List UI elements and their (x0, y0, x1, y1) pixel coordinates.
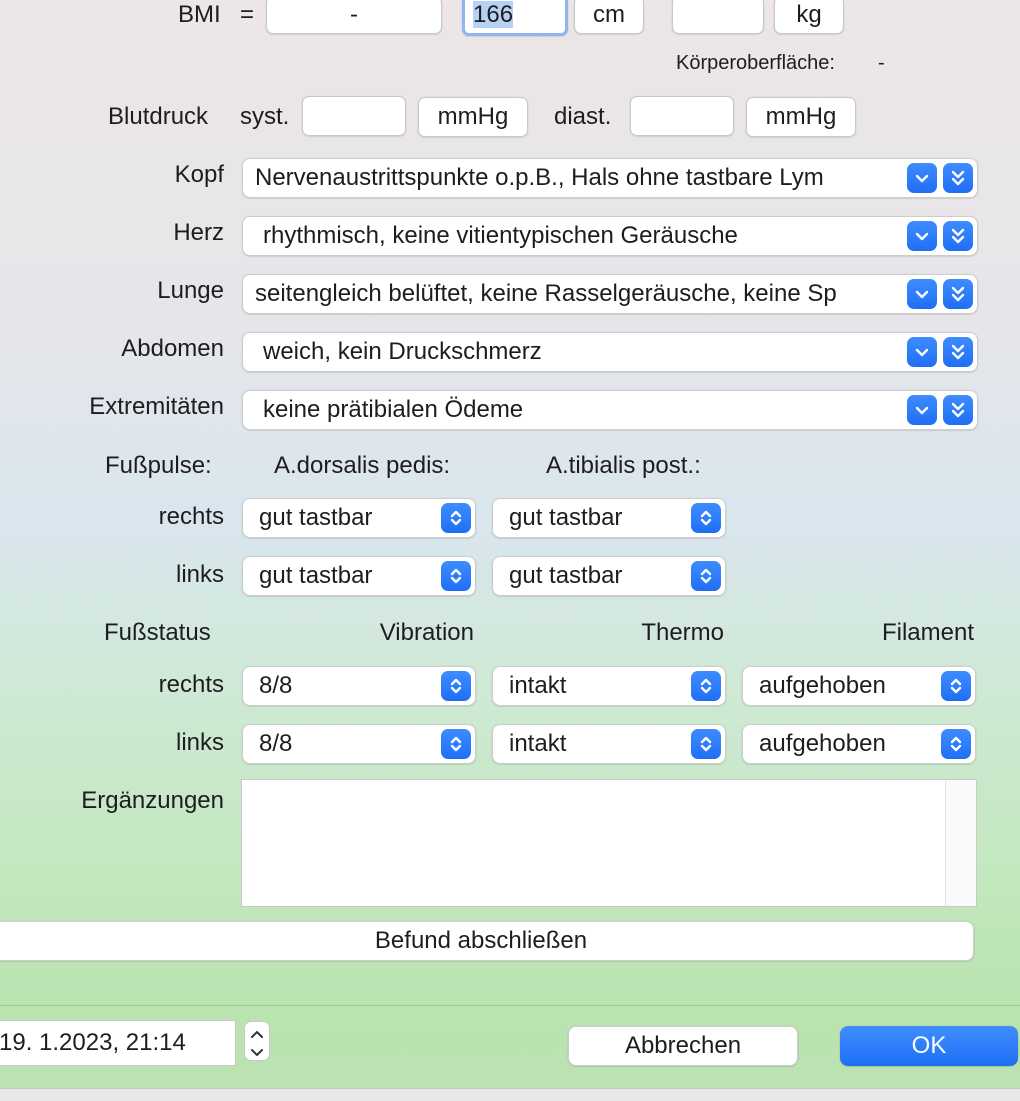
up-down-chevron-icon (441, 503, 471, 533)
chevron-down-icon[interactable] (907, 163, 937, 193)
foot-status-left-label: links (175, 729, 224, 756)
abdomen-value: weich, kein Druckschmerz (263, 338, 542, 365)
weight-unit-button[interactable]: kg (774, 0, 844, 34)
double-chevron-down-icon[interactable] (943, 395, 973, 425)
window-bottom-edge (0, 1088, 1020, 1101)
chevron-down-icon[interactable] (907, 279, 937, 309)
tibialis-right-popup[interactable]: gut tastbar (492, 498, 726, 538)
chevron-down-icon[interactable] (907, 221, 937, 251)
double-chevron-down-icon[interactable] (943, 279, 973, 309)
kopf-value: Nervenaustrittspunkte o.p.B., Hals ohne … (255, 164, 824, 191)
lunge-value: seitengleich belüftet, keine Rasselgeräu… (255, 280, 837, 307)
foot-pulses-label: Fußpulse: (105, 452, 212, 479)
datetime-stepper[interactable] (244, 1021, 270, 1061)
syst-unit-button[interactable]: mmHg (418, 97, 528, 137)
filament-left-popup[interactable]: aufgehoben (742, 724, 976, 764)
tibialis-left-popup[interactable]: gut tastbar (492, 556, 726, 596)
supplements-label: Ergänzungen (81, 787, 224, 814)
filament-left-value: aufgehoben (759, 730, 886, 757)
footer-divider (0, 1005, 1020, 1006)
stepper-up-icon[interactable] (250, 1026, 264, 1044)
up-down-chevron-icon (941, 671, 971, 701)
abdomen-combo[interactable]: weich, kein Druckschmerz (242, 332, 978, 372)
syst-label: syst. (240, 103, 290, 130)
abdomen-label: Abdomen (121, 335, 224, 362)
extremitaeten-label: Extremitäten (89, 393, 224, 420)
up-down-chevron-icon (441, 729, 471, 759)
up-down-chevron-icon (441, 671, 471, 701)
finish-findings-button[interactable]: Befund abschließen (0, 921, 974, 961)
kopf-label: Kopf (174, 161, 224, 188)
foot-status-col-thermo: Thermo (641, 619, 724, 646)
foot-status-right-label: rechts (158, 671, 224, 698)
syst-input[interactable] (302, 96, 406, 136)
double-chevron-down-icon[interactable] (943, 337, 973, 367)
up-down-chevron-icon (941, 729, 971, 759)
stepper-down-icon[interactable] (250, 1045, 264, 1063)
up-down-chevron-icon (441, 561, 471, 591)
body-surface-label: Körperoberfläche: (676, 52, 835, 74)
blood-pressure-label: Blutdruck (108, 103, 209, 130)
chevron-down-icon[interactable] (907, 337, 937, 367)
thermo-right-popup[interactable]: intakt (492, 666, 726, 706)
lunge-label: Lunge (157, 277, 224, 304)
datetime-value: 19. 1.2023, 21:14 (0, 1029, 186, 1056)
dorsalis-right-value: gut tastbar (259, 504, 373, 531)
up-down-chevron-icon (691, 503, 721, 533)
tibialis-left-value: gut tastbar (509, 562, 623, 589)
dorsalis-right-popup[interactable]: gut tastbar (242, 498, 476, 538)
chevron-down-icon[interactable] (907, 395, 937, 425)
weight-input[interactable] (672, 0, 764, 34)
herz-label: Herz (173, 219, 224, 246)
extremitaeten-combo[interactable]: keine prätibialen Ödeme (242, 390, 978, 430)
textarea-scrollbar[interactable] (945, 780, 976, 906)
lunge-combo[interactable]: seitengleich belüftet, keine Rasselgeräu… (242, 274, 978, 314)
foot-status-label: Fußstatus (104, 619, 211, 646)
bmi-label: BMI (178, 1, 221, 28)
foot-pulses-col-tibialis: A.tibialis post.: (546, 452, 701, 479)
diast-label: diast. (554, 103, 612, 130)
foot-status-col-vibration: Vibration (379, 619, 474, 646)
vibration-right-popup[interactable]: 8/8 (242, 666, 476, 706)
height-value: 166 (473, 1, 514, 28)
supplements-textarea[interactable] (241, 779, 977, 907)
body-surface-value: - (878, 52, 885, 74)
vibration-right-value: 8/8 (259, 672, 293, 699)
diast-unit-button[interactable]: mmHg (746, 97, 856, 137)
herz-combo[interactable]: rhythmisch, keine vitientypischen Geräus… (242, 216, 978, 256)
cancel-button[interactable]: Abbrechen (568, 1026, 798, 1066)
dorsalis-left-value: gut tastbar (259, 562, 373, 589)
filament-right-value: aufgehoben (759, 672, 886, 699)
double-chevron-down-icon[interactable] (943, 163, 973, 193)
double-chevron-down-icon[interactable] (943, 221, 973, 251)
thermo-right-value: intakt (509, 672, 567, 699)
height-input[interactable]: 166 (462, 0, 568, 36)
tibialis-right-value: gut tastbar (509, 504, 623, 531)
ok-button[interactable]: OK (840, 1026, 1018, 1066)
foot-pulses-left-label: links (175, 561, 224, 588)
herz-value: rhythmisch, keine vitientypischen Geräus… (263, 222, 738, 249)
height-unit-button[interactable]: cm (574, 0, 644, 34)
bmi-value: - (350, 1, 358, 28)
filament-right-popup[interactable]: aufgehoben (742, 666, 976, 706)
foot-pulses-right-label: rechts (158, 503, 224, 530)
foot-status-col-filament: Filament (881, 619, 974, 646)
diast-input[interactable] (630, 96, 734, 136)
up-down-chevron-icon (691, 671, 721, 701)
datetime-field[interactable]: 19. 1.2023, 21:14 (0, 1020, 236, 1066)
vibration-left-popup[interactable]: 8/8 (242, 724, 476, 764)
foot-pulses-col-dorsalis: A.dorsalis pedis: (274, 452, 451, 479)
extremitaeten-value: keine prätibialen Ödeme (263, 396, 524, 423)
bmi-equals: = (240, 1, 255, 28)
dorsalis-left-popup[interactable]: gut tastbar (242, 556, 476, 596)
up-down-chevron-icon (691, 561, 721, 591)
kopf-combo[interactable]: Nervenaustrittspunkte o.p.B., Hals ohne … (242, 158, 978, 198)
up-down-chevron-icon (691, 729, 721, 759)
thermo-left-value: intakt (509, 730, 567, 757)
vibration-left-value: 8/8 (259, 730, 293, 757)
thermo-left-popup[interactable]: intakt (492, 724, 726, 764)
bmi-value-field[interactable]: - (266, 0, 442, 34)
